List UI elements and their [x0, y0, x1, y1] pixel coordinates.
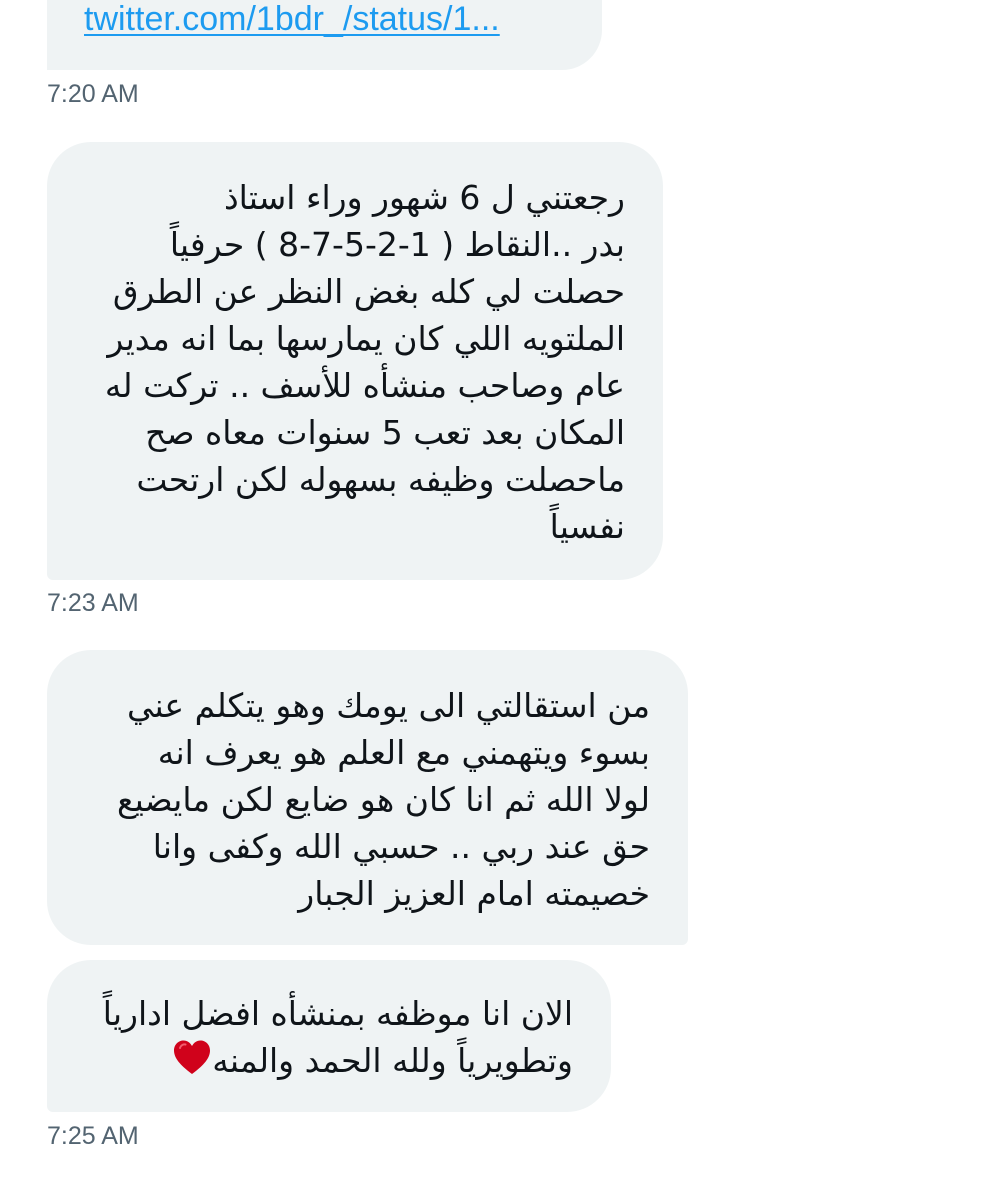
- message-line: عام وصاحب منشأه للأسف .. تركت له: [104, 366, 625, 405]
- message-line: الان انا موظفه بمنشأه افضل ادارياً: [102, 994, 573, 1033]
- message-line: المكان بعد تعب 5 سنوات معاه صح: [145, 413, 625, 452]
- message-line: وتطويرياً ولله الحمد والمنه: [212, 1041, 573, 1080]
- message-timestamp: 7:25 AM: [47, 1122, 139, 1150]
- message-bubble: رجعتني ل 6 شهور وراء استاذ بدر ..النقاط …: [47, 142, 663, 580]
- message-bubble: الان انا موظفه بمنشأه افضل ادارياً وتطوي…: [47, 960, 611, 1112]
- message-line: رجعتني ل 6 شهور وراء استاذ: [223, 178, 625, 217]
- message-line: لولا الله ثم انا كان هو ضايع لكن مايضيع: [117, 780, 650, 819]
- message-line: حق عند ربي .. حسبي الله وكفى وانا: [152, 827, 650, 866]
- message-bubble: من استقالتي الى يومك وهو يتكلم عني بسوء …: [47, 650, 688, 945]
- message-line: نفسياً: [549, 507, 625, 546]
- message-line: بسوء ويتهمني مع العلم هو يعرف انه: [157, 733, 650, 772]
- message-bubble-link: twitter.com/1bdr_/status/1...: [47, 0, 602, 70]
- tweet-link[interactable]: twitter.com/1bdr_/status/1...: [84, 0, 500, 39]
- message-timestamp: 7:20 AM: [47, 80, 139, 108]
- message-text: رجعتني ل 6 شهور وراء استاذ بدر ..النقاط …: [47, 174, 625, 550]
- message-line-with-emoji: وتطويرياً ولله الحمد والمنه: [47, 1037, 573, 1084]
- message-line: خصيمته امام العزيز الجبار: [298, 874, 650, 913]
- heart-icon: [174, 1040, 211, 1074]
- message-line: ماحصلت وظيفه بسهوله لكن ارتحت: [136, 460, 625, 499]
- message-line: من استقالتي الى يومك وهو يتكلم عني: [126, 686, 650, 725]
- message-line: الملتويه اللي كان يمارسها بما انه مدير: [107, 319, 625, 358]
- message-timestamp: 7:23 AM: [47, 589, 139, 617]
- message-line: حصلت لي كله بغض النظر عن الطرق: [112, 272, 625, 311]
- message-line: بدر ..النقاط ( 1-2-5-7-8 ) حرفياً: [169, 225, 625, 264]
- message-text: من استقالتي الى يومك وهو يتكلم عني بسوء …: [47, 682, 650, 917]
- message-text: الان انا موظفه بمنشأه افضل ادارياً وتطوي…: [47, 990, 573, 1084]
